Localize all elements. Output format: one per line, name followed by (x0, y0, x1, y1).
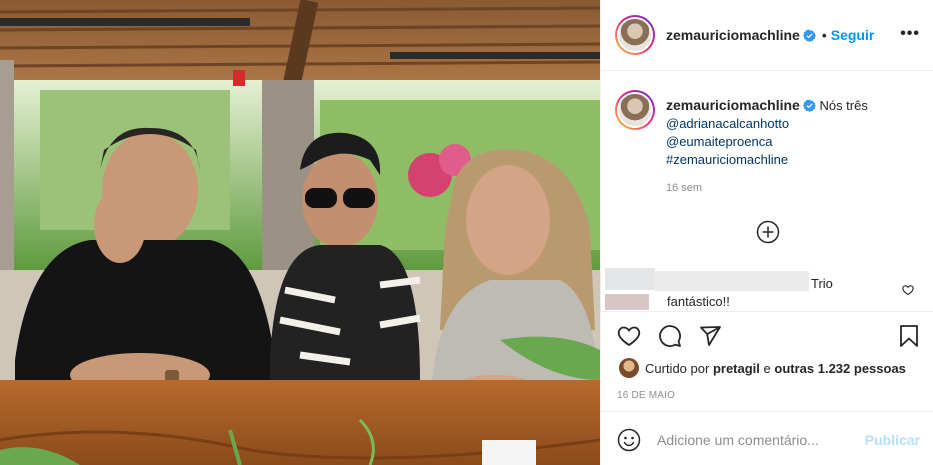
likes-summary: Curtido por pretagil e outras 1.232 pess… (601, 356, 933, 380)
plus-circle-icon[interactable] (756, 220, 780, 244)
author-avatar[interactable] (615, 15, 655, 55)
author-line: zemauriciomachline • Seguir (666, 27, 874, 45)
caption-author-avatar[interactable] (615, 90, 655, 130)
caption-username[interactable]: zemauriciomachline (666, 97, 800, 113)
caption-mention[interactable]: @eumaiteproenca (666, 133, 916, 151)
post-photo-illustration (0, 0, 600, 465)
post-caption: zemauriciomachline Nós três @adrianacalc… (666, 96, 916, 169)
follow-button[interactable]: Seguir (831, 27, 875, 43)
post-actions (601, 311, 933, 361)
add-comment-bar: Publicar (601, 411, 933, 465)
follow-separator: • (821, 27, 827, 43)
caption-hashtag[interactable]: #zemauriciomachline (666, 151, 916, 169)
comment-input[interactable] (657, 430, 857, 450)
verified-badge-icon (802, 29, 816, 42)
blurred-avatar (605, 268, 655, 290)
blurred-area (605, 294, 649, 310)
comment-text: Trio fantástico!! (667, 276, 833, 309)
comment-like-heart-icon[interactable] (902, 284, 914, 296)
paper-plane-icon[interactable] (698, 324, 722, 348)
post-photo[interactable] (0, 0, 600, 465)
more-options-icon[interactable]: ••• (900, 25, 920, 43)
caption-age: 16 sem (666, 182, 703, 194)
publish-button[interactable]: Publicar (865, 432, 920, 448)
post-date[interactable]: 16 DE MAIO (617, 390, 675, 401)
post-header: zemauriciomachline • Seguir ••• (601, 0, 933, 71)
verified-badge-icon (802, 99, 816, 112)
likes-text[interactable]: Curtido por pretagil e outras 1.232 pess… (645, 361, 906, 376)
emoji-icon[interactable] (617, 428, 641, 452)
caption-mention[interactable]: @adrianacalcanhotto (666, 115, 916, 133)
likes-connector: e (763, 361, 771, 376)
post-side-panel: zemauriciomachline • Seguir ••• zemauricio… (600, 0, 933, 465)
author-username[interactable]: zemauriciomachline (666, 27, 800, 43)
liker-avatar[interactable] (619, 358, 639, 378)
likes-prefix: Curtido por (645, 361, 710, 376)
bookmark-icon[interactable] (897, 324, 921, 348)
caption-text: Nós três (819, 98, 868, 113)
heart-icon[interactable] (617, 324, 641, 348)
likes-others[interactable]: outras 1.232 pessoas (774, 361, 906, 376)
comment-item: Trio fantástico!! (601, 265, 933, 311)
likes-user[interactable]: pretagil (713, 361, 760, 376)
comment-bubble-icon[interactable] (658, 324, 682, 348)
